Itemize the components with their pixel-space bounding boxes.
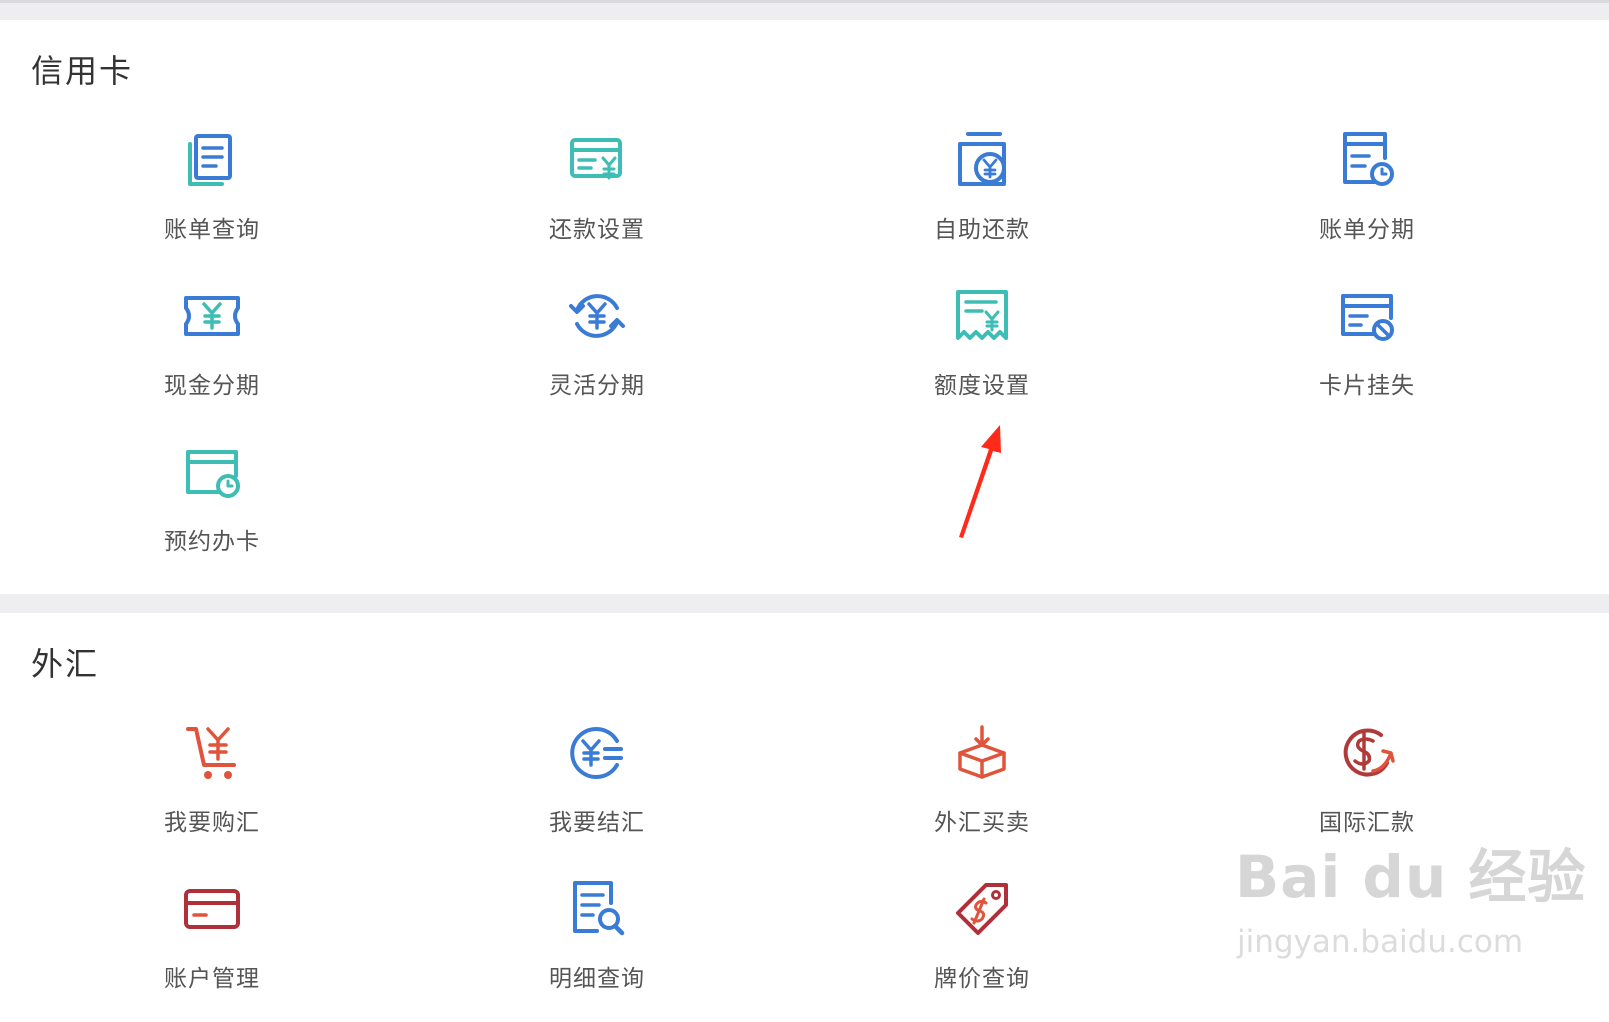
- tile-bill-installment[interactable]: 账单分期: [1237, 130, 1497, 270]
- account-card-icon: [182, 879, 242, 939]
- tile-label: 灵活分期: [549, 373, 645, 399]
- tile-label: 外汇买卖: [934, 810, 1030, 836]
- tile-label: 明细查询: [549, 966, 645, 992]
- tile-buy-currency[interactable]: 我要购汇: [82, 723, 342, 863]
- cash-ticket-icon: [182, 286, 242, 346]
- bill-document-icon: [182, 130, 242, 190]
- fx-trade-box-icon: [952, 723, 1012, 783]
- self-repay-wallet-icon: [952, 130, 1012, 190]
- card-appointment-icon: [182, 442, 242, 502]
- card-lost-block-icon: [1337, 286, 1397, 346]
- tile-cash-installment[interactable]: 现金分期: [82, 286, 342, 426]
- tile-credit-limit[interactable]: 额度设置: [852, 286, 1112, 426]
- tile-label: 我要购汇: [164, 810, 260, 836]
- detail-search-icon: [567, 879, 627, 939]
- flexible-cycle-icon: [567, 286, 627, 346]
- bill-installment-clock-icon: [1337, 130, 1397, 190]
- tile-label: 额度设置: [934, 373, 1030, 399]
- tile-label: 还款设置: [549, 217, 645, 243]
- section-title-credit-card: 信用卡: [31, 52, 134, 90]
- tile-label: 账单分期: [1319, 217, 1415, 243]
- tile-price-query[interactable]: 牌价查询: [852, 879, 1112, 1019]
- buy-currency-cart-icon: [182, 723, 242, 783]
- tile-detail-query[interactable]: 明细查询: [467, 879, 727, 1019]
- tile-card-appointment[interactable]: 预约办卡: [82, 442, 342, 582]
- tile-account-management[interactable]: 账户管理: [82, 879, 342, 1019]
- repayment-settings-icon: [567, 130, 627, 190]
- tile-flexible-installment[interactable]: 灵活分期: [467, 286, 727, 426]
- baidu-jingyan-watermark: Bai du 经验 jingyan.baidu.com: [1235, 830, 1585, 980]
- tile-card-lost[interactable]: 卡片挂失: [1237, 286, 1497, 426]
- tile-label: 卡片挂失: [1319, 373, 1415, 399]
- tile-label: 我要结汇: [549, 810, 645, 836]
- tile-fx-trade[interactable]: 外汇买卖: [852, 723, 1112, 863]
- tile-self-repay[interactable]: 自助还款: [852, 130, 1112, 270]
- tile-label: 牌价查询: [934, 966, 1030, 992]
- tile-settle-currency[interactable]: 我要结汇: [467, 723, 727, 863]
- international-remit-dollar-icon: [1337, 723, 1397, 783]
- watermark-url: jingyan.baidu.com: [1237, 924, 1524, 960]
- tile-label: 账单查询: [164, 217, 260, 243]
- annotation-arrow: [959, 425, 1001, 538]
- top-divider: [0, 0, 1609, 3]
- settle-currency-icon: [567, 723, 627, 783]
- credit-card-section: 信用卡 账单查询 还款设置 自助还款 账单分期 现金分期 灵活分期 额度设置 卡…: [0, 20, 1609, 594]
- tile-label: 现金分期: [164, 373, 260, 399]
- credit-limit-receipt-icon: [952, 286, 1012, 346]
- price-tag-icon: [952, 879, 1012, 939]
- tile-repayment-settings[interactable]: 还款设置: [467, 130, 727, 270]
- section-title-fx: 外汇: [31, 645, 100, 683]
- tile-label: 预约办卡: [164, 529, 260, 555]
- tile-label: 账户管理: [164, 966, 260, 992]
- watermark-logo: Bai du 经验: [1235, 843, 1587, 911]
- tile-bill-query[interactable]: 账单查询: [82, 130, 342, 270]
- tile-label: 自助还款: [934, 217, 1030, 243]
